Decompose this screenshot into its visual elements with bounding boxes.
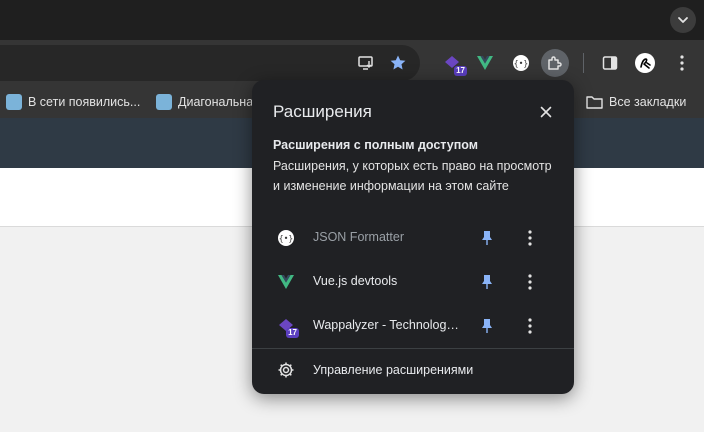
side-panel-icon <box>602 56 618 70</box>
svg-text:{•}: {•} <box>279 234 293 243</box>
extension-row[interactable]: Vue.js devtools <box>252 260 574 304</box>
extension-name: JSON Formatter <box>313 230 404 244</box>
vue-toolbar-button[interactable] <box>471 49 499 77</box>
pin-button[interactable] <box>477 228 497 248</box>
more-options-button[interactable] <box>520 228 540 248</box>
badge-count: 17 <box>286 328 299 338</box>
vue-icon <box>477 56 493 70</box>
extensions-popup: Расширения Расширения с полным доступом … <box>252 80 574 394</box>
popup-title: Расширения <box>273 102 372 121</box>
pin-icon <box>482 231 492 245</box>
svg-text:{•}: {•} <box>514 59 528 68</box>
install-app-button[interactable] <box>352 49 380 77</box>
toolbar-divider <box>583 53 584 73</box>
chevron-down-icon <box>678 17 688 23</box>
bookmark-label: В сети появились... <box>28 95 141 109</box>
vue-icon <box>276 272 296 292</box>
close-button[interactable] <box>536 102 556 122</box>
pin-icon <box>482 319 492 333</box>
section-title: Расширения с полным доступом <box>273 138 478 152</box>
manage-extensions-label: Управление расширениями <box>313 363 474 377</box>
favicon-icon <box>6 94 22 110</box>
badge-count: 17 <box>454 66 467 76</box>
extension-row[interactable]: {•} JSON Formatter <box>252 216 574 260</box>
extension-name: Wappalyzer - Technology profiler <box>313 318 463 332</box>
profile-button[interactable] <box>631 49 659 77</box>
divider <box>252 348 574 349</box>
json-formatter-icon: {•} <box>513 55 529 71</box>
wappalyzer-toolbar-button[interactable]: 17 <box>438 49 467 77</box>
side-panel-button[interactable] <box>596 49 624 77</box>
gear-icon <box>276 360 296 380</box>
bookmark-label: Диагональна <box>178 95 254 109</box>
menu-button[interactable] <box>668 49 696 77</box>
all-bookmarks-label: Все закладки <box>609 95 687 109</box>
all-bookmarks-button[interactable]: Все закладки <box>586 86 686 118</box>
tab-strip <box>0 0 704 40</box>
bookmark-item[interactable]: В сети появились... <box>6 86 140 118</box>
kebab-menu-icon <box>528 318 532 334</box>
pin-button[interactable] <box>477 272 497 292</box>
kebab-menu-icon <box>528 230 532 246</box>
star-icon <box>390 55 406 70</box>
manage-extensions-button[interactable]: Управление расширениями <box>252 350 574 390</box>
folder-icon <box>586 96 603 109</box>
extensions-button[interactable] <box>541 49 569 77</box>
section-description: Расширения, у которых есть право на прос… <box>273 159 552 193</box>
json-formatter-toolbar-button[interactable]: {•} <box>507 49 535 77</box>
kebab-menu-icon <box>680 55 684 71</box>
wappalyzer-icon: 17 <box>443 54 467 76</box>
pin-icon <box>482 275 492 289</box>
json-formatter-icon: {•} <box>276 228 296 248</box>
favicon-icon <box>156 94 172 110</box>
kebab-menu-icon <box>528 274 532 290</box>
install-icon <box>358 56 373 70</box>
extension-name: Vue.js devtools <box>313 274 398 288</box>
extension-row[interactable]: 17 Wappalyzer - Technology profiler <box>252 304 574 348</box>
more-options-button[interactable] <box>520 272 540 292</box>
more-options-button[interactable] <box>520 316 540 336</box>
bookmark-star-button[interactable] <box>384 49 412 77</box>
avatar <box>635 53 655 73</box>
tab-search-button[interactable] <box>670 7 696 33</box>
wappalyzer-icon: 17 <box>276 316 299 338</box>
pin-button[interactable] <box>477 316 497 336</box>
bookmark-item[interactable]: Диагональна <box>156 86 253 118</box>
close-icon <box>540 106 552 118</box>
puzzle-icon <box>548 56 562 70</box>
